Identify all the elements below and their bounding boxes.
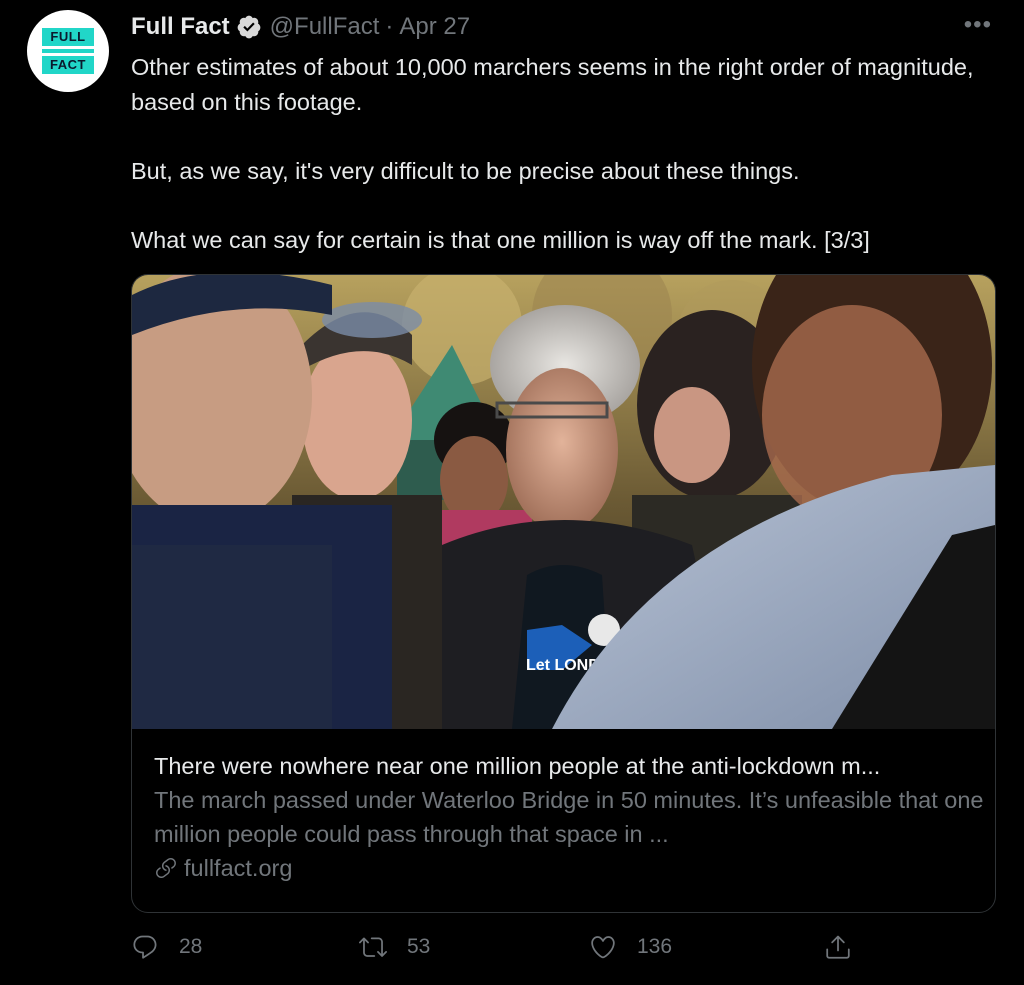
reply-button[interactable]: 28: [131, 933, 202, 961]
action-bar: 28 53 136: [131, 933, 871, 969]
more-icon[interactable]: •••: [964, 12, 992, 38]
avatar[interactable]: FULL FACT: [27, 10, 109, 92]
card-title[interactable]: There were nowhere near one million peop…: [154, 749, 984, 783]
full-fact-logo: FULL FACT: [42, 28, 94, 74]
tweet-date[interactable]: Apr 27: [399, 11, 470, 43]
card-meta: There were nowhere near one million peop…: [154, 749, 984, 885]
share-button[interactable]: [824, 933, 852, 961]
logo-line-1: FULL: [42, 28, 94, 46]
verified-badge-icon: [237, 15, 261, 39]
tweet-text: Other estimates of about 10,000 marchers…: [131, 50, 991, 257]
retweet-button[interactable]: 53: [359, 933, 430, 961]
author-handle[interactable]: @FullFact: [270, 11, 380, 43]
card-description: The march passed under Waterloo Bridge i…: [154, 787, 984, 847]
card-domain-row[interactable]: fullfact.org: [154, 851, 984, 885]
retweet-icon: [359, 937, 387, 957]
reply-count: 28: [179, 935, 203, 958]
author-name[interactable]: Full Fact: [131, 11, 230, 43]
tweet-paragraph-3: What we can say for certain is that one …: [131, 226, 870, 253]
share-icon: [826, 935, 850, 959]
tweet-header: Full Fact @FullFact · Apr 27: [131, 11, 470, 43]
tweet-paragraph-1: Other estimates of about 10,000 marchers…: [131, 54, 974, 115]
like-count: 136: [637, 935, 673, 958]
link-card[interactable]: Let LONDON Live There were nowhere near …: [131, 274, 996, 913]
reply-icon: [133, 935, 157, 959]
retweet-count: 53: [407, 935, 431, 958]
card-photo[interactable]: Let LONDON Live: [132, 275, 995, 729]
link-icon: [156, 858, 176, 879]
card-domain[interactable]: fullfact.org: [184, 851, 292, 885]
separator-dot: ·: [385, 13, 394, 40]
logo-line-2: FACT: [42, 56, 94, 74]
tweet: FULL FACT Full Fact @FullFact · Apr 27 •…: [0, 0, 1024, 985]
tweet-paragraph-2: But, as we say, it's very difficult to b…: [131, 157, 800, 184]
like-button[interactable]: 136: [589, 933, 672, 961]
like-icon: [591, 936, 615, 959]
logo-bar: [42, 49, 94, 53]
